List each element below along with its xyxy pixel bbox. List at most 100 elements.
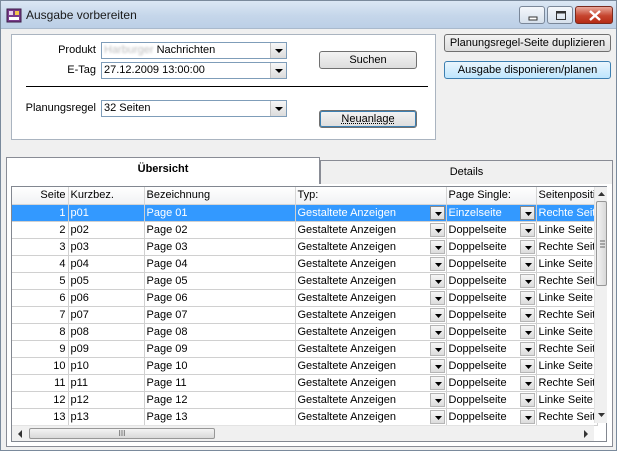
scroll-left-icon[interactable] <box>14 427 26 441</box>
column-header-kurzbez[interactable]: Kurzbez. <box>68 187 145 205</box>
neuanlage-button[interactable]: Neuanlage <box>319 110 417 128</box>
cell-bezeichnung[interactable]: Page 07 <box>144 306 296 324</box>
cell-kurzbez[interactable]: p09 <box>68 340 145 358</box>
cell-seitenposition[interactable]: Rechte Seit <box>536 374 598 392</box>
cell-bezeichnung[interactable]: Page 13 <box>144 408 296 426</box>
chevron-down-icon[interactable] <box>429 375 445 390</box>
cell-bezeichnung[interactable]: Page 03 <box>144 238 296 256</box>
cell-kurzbez[interactable]: p03 <box>68 238 145 256</box>
close-button[interactable] <box>575 6 613 24</box>
chevron-down-icon[interactable] <box>429 341 445 356</box>
cell-seitenposition[interactable]: Rechte Seit <box>536 204 598 222</box>
cell-typ[interactable]: Gestaltete Anzeigen <box>295 408 447 426</box>
cell-seite[interactable]: 9 <box>12 340 69 358</box>
chevron-down-icon[interactable] <box>429 256 445 271</box>
minimize-button[interactable] <box>519 6 545 24</box>
cell-typ[interactable]: Gestaltete Anzeigen <box>295 238 447 256</box>
cell-page-single[interactable]: Doppelseite <box>446 238 537 256</box>
chevron-down-icon[interactable] <box>429 307 445 322</box>
chevron-down-icon[interactable] <box>519 205 535 220</box>
column-header-typ[interactable]: Typ: <box>295 187 447 205</box>
table-row[interactable]: 2 p02 Page 02 Gestaltete Anzeigen Doppelseit… <box>12 221 598 239</box>
dispose-button[interactable]: Ausgabe disponieren/planen <box>444 61 611 79</box>
cell-seitenposition[interactable]: Linke Seite <box>536 323 598 341</box>
cell-kurzbez[interactable]: p13 <box>68 408 145 426</box>
cell-seitenposition[interactable]: Linke Seite <box>536 255 598 273</box>
chevron-down-icon[interactable] <box>429 409 445 424</box>
chevron-down-icon[interactable] <box>429 358 445 373</box>
cell-seitenposition[interactable]: Rechte Seit <box>536 306 598 324</box>
cell-bezeichnung[interactable]: Page 09 <box>144 340 296 358</box>
etag-select[interactable]: 27.12.2009 13:00:00 <box>101 62 287 79</box>
chevron-down-icon[interactable] <box>519 290 535 305</box>
cell-seite[interactable]: 11 <box>12 374 69 392</box>
chevron-down-icon[interactable] <box>519 341 535 356</box>
duplicate-page-button[interactable]: Planungsregel-Seite duplizieren <box>444 34 611 52</box>
chevron-down-icon[interactable] <box>519 324 535 339</box>
column-header-page-single[interactable]: Page Single: <box>446 187 537 205</box>
maximize-button[interactable] <box>547 6 573 24</box>
cell-seite[interactable]: 3 <box>12 238 69 256</box>
chevron-down-icon[interactable] <box>519 307 535 322</box>
chevron-down-icon[interactable] <box>270 63 286 78</box>
cell-seitenposition[interactable]: Linke Seite <box>536 221 598 239</box>
cell-kurzbez[interactable]: p04 <box>68 255 145 273</box>
cell-page-single[interactable]: Doppelseite <box>446 391 537 409</box>
chevron-down-icon[interactable] <box>519 375 535 390</box>
cell-seitenposition[interactable]: Linke Seite <box>536 289 598 307</box>
cell-page-single[interactable]: Doppelseite <box>446 272 537 290</box>
cell-seitenposition[interactable]: Rechte Seit <box>536 238 598 256</box>
cell-typ[interactable]: Gestaltete Anzeigen <box>295 255 447 273</box>
title-bar[interactable]: Ausgabe vorbereiten <box>1 1 616 29</box>
cell-bezeichnung[interactable]: Page 11 <box>144 374 296 392</box>
table-row[interactable]: 12 p12 Page 12 Gestaltete Anzeigen Doppelsei… <box>12 391 598 409</box>
cell-page-single[interactable]: Doppelseite <box>446 306 537 324</box>
table-row[interactable]: 8 p08 Page 08 Gestaltete Anzeigen Doppelseit… <box>12 323 598 341</box>
cell-seite[interactable]: 5 <box>12 272 69 290</box>
cell-seite[interactable]: 13 <box>12 408 69 426</box>
chevron-down-icon[interactable] <box>429 239 445 254</box>
cell-page-single[interactable]: Doppelseite <box>446 374 537 392</box>
cell-kurzbez[interactable]: p08 <box>68 323 145 341</box>
chevron-down-icon[interactable] <box>519 222 535 237</box>
chevron-down-icon[interactable] <box>519 273 535 288</box>
chevron-down-icon[interactable] <box>519 409 535 424</box>
cell-page-single[interactable]: Einzelseite <box>446 204 537 222</box>
cell-kurzbez[interactable]: p01 <box>68 204 145 222</box>
cell-bezeichnung[interactable]: Page 01 <box>144 204 296 222</box>
table-row[interactable]: 9 p09 Page 09 Gestaltete Anzeigen Doppelseit… <box>12 340 598 358</box>
cell-bezeichnung[interactable]: Page 04 <box>144 255 296 273</box>
scroll-down-icon[interactable] <box>595 409 608 421</box>
cell-page-single[interactable]: Doppelseite <box>446 221 537 239</box>
cell-seite[interactable]: 2 <box>12 221 69 239</box>
cell-bezeichnung[interactable]: Page 10 <box>144 357 296 375</box>
cell-typ[interactable]: Gestaltete Anzeigen <box>295 221 447 239</box>
cell-page-single[interactable]: Doppelseite <box>446 323 537 341</box>
horizontal-scroll-thumb[interactable]: III <box>29 428 215 439</box>
cell-bezeichnung[interactable]: Page 02 <box>144 221 296 239</box>
table-row[interactable]: 4 p04 Page 04 Gestaltete Anzeigen Doppelseit… <box>12 255 598 273</box>
cell-seitenposition[interactable]: Linke Seite <box>536 357 598 375</box>
chevron-down-icon[interactable] <box>429 392 445 407</box>
column-header-bezeichnung[interactable]: Bezeichnung <box>144 187 296 205</box>
scroll-up-icon[interactable] <box>595 188 608 200</box>
cell-typ[interactable]: Gestaltete Anzeigen <box>295 289 447 307</box>
table-row[interactable]: 1 p01 Page 01 Gestaltete Anzeigen Einzelseit… <box>12 204 598 222</box>
cell-seitenposition[interactable]: Rechte Seit <box>536 340 598 358</box>
chevron-down-icon[interactable] <box>429 324 445 339</box>
cell-kurzbez[interactable]: p10 <box>68 357 145 375</box>
cell-seitenposition[interactable]: Rechte Seit <box>536 408 598 426</box>
table-row[interactable]: 7 p07 Page 07 Gestaltete Anzeigen Doppelseit… <box>12 306 598 324</box>
chevron-down-icon[interactable] <box>519 358 535 373</box>
table-row[interactable]: 5 p05 Page 05 Gestaltete Anzeigen Doppelseit… <box>12 272 598 290</box>
cell-typ[interactable]: Gestaltete Anzeigen <box>295 272 447 290</box>
cell-page-single[interactable]: Doppelseite <box>446 255 537 273</box>
cell-page-single[interactable]: Doppelseite <box>446 357 537 375</box>
cell-bezeichnung[interactable]: Page 05 <box>144 272 296 290</box>
table-row[interactable]: 6 p06 Page 06 Gestaltete Anzeigen Doppelseit… <box>12 289 598 307</box>
cell-typ[interactable]: Gestaltete Anzeigen <box>295 306 447 324</box>
cell-seite[interactable]: 6 <box>12 289 69 307</box>
cell-seite[interactable]: 4 <box>12 255 69 273</box>
chevron-down-icon[interactable] <box>429 273 445 288</box>
cell-seite[interactable]: 8 <box>12 323 69 341</box>
